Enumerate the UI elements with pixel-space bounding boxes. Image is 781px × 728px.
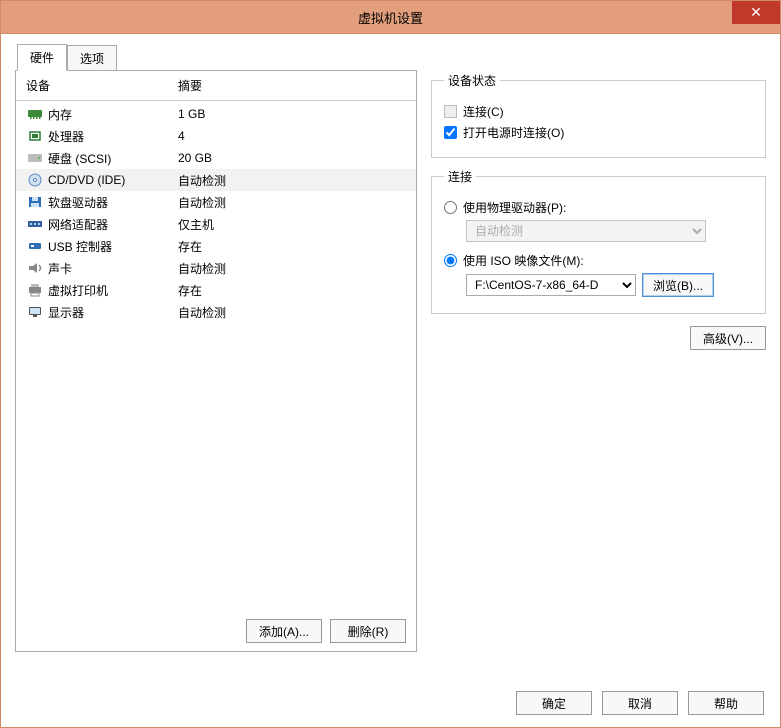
- connection-group: 连接 使用物理驱动器(P): 自动检测 使用 ISO 映像文件(M):: [431, 168, 766, 314]
- connected-row: 连接(C): [444, 103, 753, 120]
- device-row[interactable]: 网络适配器仅主机: [16, 213, 416, 235]
- add-device-button[interactable]: 添加(A)...: [246, 619, 322, 643]
- device-name: 网络适配器: [48, 216, 178, 233]
- memory-icon: [26, 106, 44, 122]
- device-row[interactable]: 声卡自动检测: [16, 257, 416, 279]
- device-list-buttons: 添加(A)... 删除(R): [16, 611, 416, 651]
- cpu-icon: [26, 128, 44, 144]
- usb-icon: [26, 238, 44, 254]
- device-summary: 自动检测: [178, 304, 416, 321]
- titlebar: 虚拟机设置 ✕: [0, 0, 781, 34]
- device-row[interactable]: USB 控制器存在: [16, 235, 416, 257]
- device-summary: 存在: [178, 282, 416, 299]
- browse-button[interactable]: 浏览(B)...: [642, 273, 714, 297]
- device-name: 虚拟打印机: [48, 282, 178, 299]
- device-summary: 1 GB: [178, 107, 416, 121]
- device-row[interactable]: 内存1 GB: [16, 103, 416, 125]
- device-name: USB 控制器: [48, 238, 178, 255]
- device-summary: 存在: [178, 238, 416, 255]
- content-area: 硬件 选项 设备 摘要 内存1 GB处理器4硬盘 (SCSI)20 GBCD/D…: [0, 34, 781, 728]
- device-row[interactable]: 硬盘 (SCSI)20 GB: [16, 147, 416, 169]
- device-summary: 仅主机: [178, 216, 416, 233]
- device-row[interactable]: 虚拟打印机存在: [16, 279, 416, 301]
- physical-drive-select: 自动检测: [466, 220, 706, 242]
- advanced-button[interactable]: 高级(V)...: [690, 326, 766, 350]
- hdd-icon: [26, 150, 44, 166]
- device-col-summary: 摘要: [178, 77, 202, 94]
- device-summary: 4: [178, 129, 416, 143]
- device-settings-panel: 设备状态 连接(C) 打开电源时连接(O) 连接 使用物理驱动器(P):: [431, 70, 766, 652]
- device-row[interactable]: 显示器自动检测: [16, 301, 416, 323]
- device-name: CD/DVD (IDE): [48, 173, 178, 187]
- device-list-header: 设备 摘要: [16, 71, 416, 101]
- panels: 设备 摘要 内存1 GB处理器4硬盘 (SCSI)20 GBCD/DVD (ID…: [15, 70, 766, 652]
- iso-path-row: F:\CentOS-7-x86_64-D 浏览(B)...: [444, 273, 753, 297]
- iso-path-select[interactable]: F:\CentOS-7-x86_64-D: [466, 274, 636, 296]
- printer-icon: [26, 282, 44, 298]
- iso-label: 使用 ISO 映像文件(M):: [463, 252, 584, 269]
- physical-drive-radio[interactable]: [444, 201, 457, 214]
- floppy-icon: [26, 194, 44, 210]
- tab-strip: 硬件 选项: [17, 46, 766, 70]
- device-row[interactable]: 软盘驱动器自动检测: [16, 191, 416, 213]
- close-icon: ✕: [750, 4, 762, 21]
- connected-label: 连接(C): [463, 103, 504, 120]
- device-name: 处理器: [48, 128, 178, 145]
- device-row[interactable]: 处理器4: [16, 125, 416, 147]
- device-summary: 20 GB: [178, 151, 416, 165]
- device-name: 软盘驱动器: [48, 194, 178, 211]
- display-icon: [26, 304, 44, 320]
- sound-icon: [26, 260, 44, 276]
- device-status-legend: 设备状态: [444, 72, 500, 89]
- cancel-button[interactable]: 取消: [602, 691, 678, 715]
- device-list-panel: 设备 摘要 内存1 GB处理器4硬盘 (SCSI)20 GBCD/DVD (ID…: [15, 70, 417, 652]
- ok-button[interactable]: 确定: [516, 691, 592, 715]
- help-button[interactable]: 帮助: [688, 691, 764, 715]
- connect-poweron-label: 打开电源时连接(O): [463, 124, 564, 141]
- close-button[interactable]: ✕: [732, 1, 780, 24]
- connected-checkbox: [444, 105, 457, 118]
- iso-row: 使用 ISO 映像文件(M):: [444, 252, 753, 269]
- device-name: 声卡: [48, 260, 178, 277]
- connect-poweron-row: 打开电源时连接(O): [444, 124, 753, 141]
- cd-icon: [26, 172, 44, 188]
- device-name: 显示器: [48, 304, 178, 321]
- device-list: 内存1 GB处理器4硬盘 (SCSI)20 GBCD/DVD (IDE)自动检测…: [16, 101, 416, 611]
- tab-hardware[interactable]: 硬件: [17, 44, 67, 71]
- device-name: 硬盘 (SCSI): [48, 150, 178, 167]
- remove-device-button[interactable]: 删除(R): [330, 619, 406, 643]
- device-row[interactable]: CD/DVD (IDE)自动检测: [16, 169, 416, 191]
- net-icon: [26, 216, 44, 232]
- tab-options[interactable]: 选项: [67, 45, 117, 71]
- iso-radio[interactable]: [444, 254, 457, 267]
- window-title: 虚拟机设置: [358, 8, 423, 27]
- connect-poweron-checkbox[interactable]: [444, 126, 457, 139]
- device-name: 内存: [48, 106, 178, 123]
- advanced-row: 高级(V)...: [431, 326, 766, 350]
- device-summary: 自动检测: [178, 194, 416, 211]
- device-summary: 自动检测: [178, 172, 416, 189]
- dialog-buttons: 确定 取消 帮助: [516, 691, 764, 715]
- device-summary: 自动检测: [178, 260, 416, 277]
- device-status-group: 设备状态 连接(C) 打开电源时连接(O): [431, 72, 766, 158]
- device-col-name: 设备: [26, 77, 178, 94]
- physical-drive-select-row: 自动检测: [444, 220, 753, 242]
- physical-drive-label: 使用物理驱动器(P):: [463, 199, 566, 216]
- physical-drive-row: 使用物理驱动器(P):: [444, 199, 753, 216]
- connection-legend: 连接: [444, 168, 476, 185]
